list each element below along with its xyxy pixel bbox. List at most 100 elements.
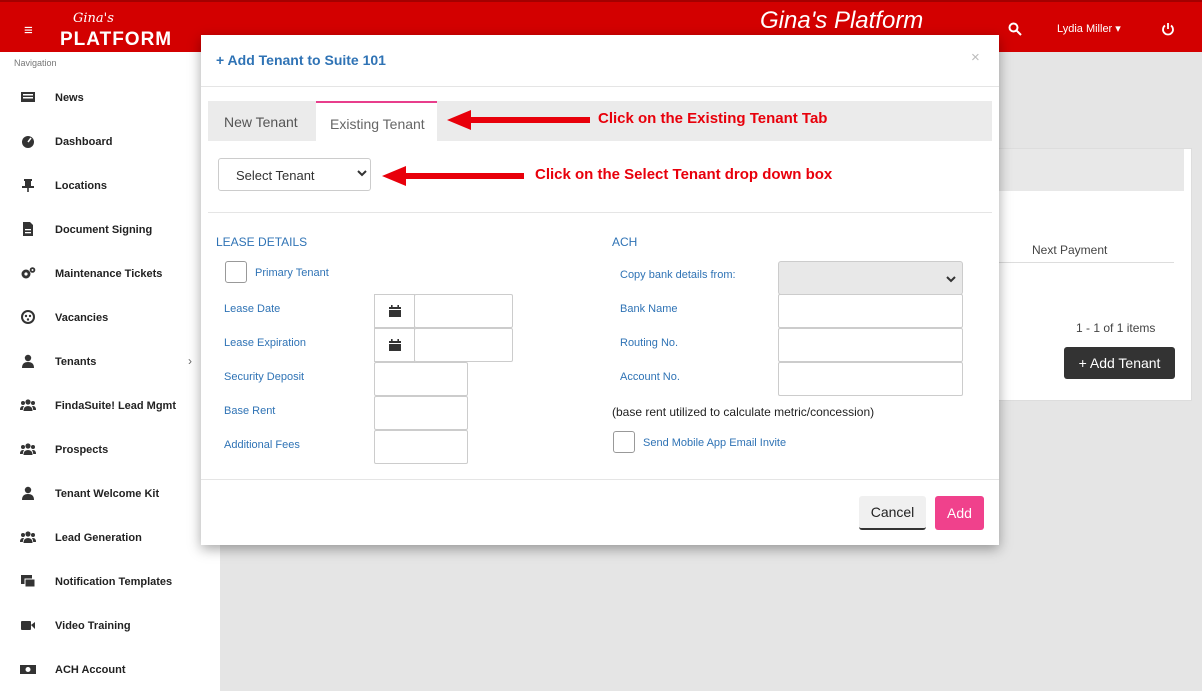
security-deposit-input[interactable] bbox=[374, 362, 468, 396]
send-invite-checkbox[interactable] bbox=[613, 431, 635, 453]
platform-title: Gina's Platform bbox=[760, 7, 924, 34]
primary-tenant-checkbox[interactable] bbox=[225, 261, 247, 283]
annotation-arrow-tab bbox=[447, 110, 590, 130]
copy-bank-select[interactable] bbox=[778, 261, 963, 295]
base-rent-label: Base Rent bbox=[224, 405, 276, 417]
add-tenant-button[interactable]: + Add Tenant bbox=[1064, 347, 1175, 379]
pin-icon bbox=[22, 179, 34, 192]
sidebar-item-label: Tenant Welcome Kit bbox=[55, 488, 160, 500]
lease-date-calendar-button[interactable] bbox=[374, 294, 415, 328]
sidebar-item-label: News bbox=[55, 92, 84, 104]
sidebar-item-tenants[interactable]: Tenants › bbox=[0, 347, 220, 377]
sidebar-item-dashboard[interactable]: Dashboard bbox=[0, 127, 220, 157]
gears-icon bbox=[21, 267, 36, 279]
copy-bank-label: Copy bank details from: bbox=[620, 269, 736, 281]
gauge-icon bbox=[22, 136, 34, 148]
security-deposit-label: Security Deposit bbox=[224, 371, 305, 383]
lease-expiration-calendar-button[interactable] bbox=[374, 328, 415, 362]
sidebar-item-ach-account[interactable]: ACH Account bbox=[0, 655, 220, 685]
sidebar-item-label: Tenants bbox=[55, 356, 97, 368]
primary-tenant-label: Primary Tenant bbox=[255, 267, 329, 279]
chevron-down-icon bbox=[357, 170, 367, 177]
calendar-icon bbox=[389, 305, 401, 317]
templates-icon bbox=[21, 575, 36, 588]
sidebar-item-document-signing[interactable]: Document Signing bbox=[0, 215, 220, 245]
video-icon bbox=[21, 621, 35, 630]
lease-expiration-label: Lease Expiration bbox=[224, 337, 306, 349]
annotation-tab-hint: Click on the Existing Tenant Tab bbox=[598, 110, 828, 127]
routing-no-label: Routing No. bbox=[620, 337, 679, 349]
pager-info: 1 - 1 of 1 items bbox=[1076, 321, 1156, 335]
vacancy-icon bbox=[21, 310, 35, 324]
routing-no-input[interactable] bbox=[778, 328, 963, 362]
ach-heading: ACH bbox=[612, 235, 638, 249]
lease-date-label: Lease Date bbox=[224, 303, 281, 315]
bank-name-label: Bank Name bbox=[620, 303, 678, 315]
sidebar-item-label: Maintenance Tickets bbox=[55, 268, 163, 280]
user-icon bbox=[22, 354, 34, 368]
logo-script: Gina's bbox=[73, 11, 114, 26]
tab-existing-tenant[interactable]: Existing Tenant bbox=[316, 101, 437, 141]
sidebar-item-label: Lead Generation bbox=[55, 532, 142, 544]
sidebar-item-label: Dashboard bbox=[55, 136, 113, 148]
sidebar-item-maintenance-tickets[interactable]: Maintenance Tickets bbox=[0, 259, 220, 289]
divider bbox=[996, 262, 1174, 263]
chevron-right-icon: › bbox=[188, 354, 192, 368]
cancel-button[interactable]: Cancel bbox=[859, 496, 926, 530]
sidebar-item-findasuite-lead-mgmt[interactable]: FindaSuite! Lead Mgmt bbox=[0, 391, 220, 421]
card-header bbox=[996, 149, 1184, 191]
hamburger-icon[interactable]: ≡ bbox=[24, 22, 33, 39]
sidebar-item-label: Prospects bbox=[55, 444, 109, 456]
additional-fees-input[interactable] bbox=[374, 430, 468, 464]
close-icon[interactable]: × bbox=[971, 49, 980, 66]
sidebar-item-tenant-welcome-kit[interactable]: Tenant Welcome Kit bbox=[0, 479, 220, 509]
users-icon bbox=[20, 443, 36, 455]
lease-expiration-input[interactable] bbox=[414, 328, 513, 362]
chevron-down-icon bbox=[946, 276, 956, 283]
users-icon bbox=[20, 399, 36, 411]
account-no-input[interactable] bbox=[778, 362, 963, 396]
tab-new-tenant[interactable]: New Tenant bbox=[208, 101, 316, 141]
sidebar-item-label: ACH Account bbox=[55, 664, 126, 676]
sidebar-item-lead-generation[interactable]: Lead Generation bbox=[0, 523, 220, 553]
base-rent-input[interactable] bbox=[374, 396, 468, 430]
select-tenant-dropdown[interactable]: Select Tenant bbox=[218, 158, 371, 191]
sidebar-item-vacancies[interactable]: Vacancies bbox=[0, 303, 220, 333]
account-no-label: Account No. bbox=[620, 371, 680, 383]
divider bbox=[201, 86, 999, 87]
logo[interactable]: PLATFORM bbox=[60, 29, 172, 51]
lease-details-heading: LEASE DETAILS bbox=[216, 235, 308, 249]
select-tenant-value: Select Tenant bbox=[236, 168, 315, 183]
sidebar-item-locations[interactable]: Locations bbox=[0, 171, 220, 201]
annotation-arrow-select bbox=[382, 166, 524, 186]
divider bbox=[201, 479, 999, 480]
sidebar-item-video-training[interactable]: Video Training bbox=[0, 611, 220, 641]
power-icon[interactable] bbox=[1161, 22, 1175, 36]
sidebar-item-label: FindaSuite! Lead Mgmt bbox=[55, 400, 176, 412]
base-rent-note: (base rent utilized to calculate metric/… bbox=[612, 405, 875, 419]
annotation-select-hint: Click on the Select Tenant drop down box bbox=[535, 166, 833, 183]
newspaper-icon bbox=[21, 92, 35, 102]
column-header-next-payment: Next Payment bbox=[1032, 243, 1108, 257]
lease-date-input[interactable] bbox=[414, 294, 513, 328]
send-invite-label: Send Mobile App Email Invite bbox=[643, 437, 787, 449]
users-icon bbox=[20, 531, 36, 543]
add-button[interactable]: Add bbox=[935, 496, 984, 530]
sidebar-item-label: Notification Templates bbox=[55, 576, 173, 588]
sidebar-item-news[interactable]: News bbox=[0, 83, 220, 113]
sidebar-item-label: Vacancies bbox=[55, 312, 109, 324]
nav-label: Navigation bbox=[14, 58, 57, 68]
search-icon[interactable] bbox=[1008, 22, 1022, 36]
divider bbox=[208, 212, 992, 213]
sidebar-item-notification-templates[interactable]: Notification Templates bbox=[0, 567, 220, 597]
user-menu[interactable]: Lydia Miller ▾ bbox=[1057, 22, 1121, 35]
additional-fees-label: Additional Fees bbox=[224, 439, 300, 451]
sidebar-item-prospects[interactable]: Prospects bbox=[0, 435, 220, 465]
sidebar-item-label: Video Training bbox=[55, 620, 131, 632]
tenants-card: Next Payment 1 - 1 of 1 items + Add Tena… bbox=[995, 148, 1192, 401]
document-icon bbox=[23, 222, 33, 236]
sidebar-item-label: Document Signing bbox=[55, 224, 153, 236]
user-icon bbox=[22, 486, 34, 500]
bank-name-input[interactable] bbox=[778, 294, 963, 328]
sidebar: Navigation News Dashboard Locations Docu… bbox=[0, 52, 220, 691]
